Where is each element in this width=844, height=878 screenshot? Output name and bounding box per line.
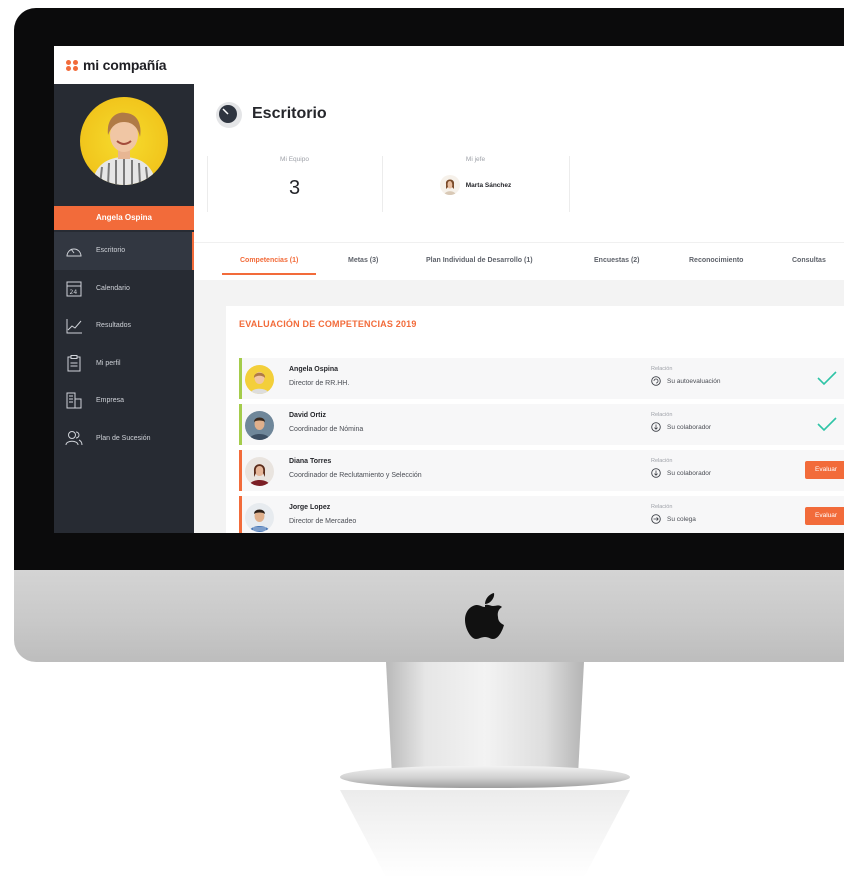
user-photo-icon (92, 112, 156, 185)
tab-consultas[interactable]: Consultas (792, 243, 826, 281)
employee-name: Angela Ospina (289, 366, 339, 373)
sidebar-item-resultados[interactable]: Resultados (54, 307, 194, 345)
evaluation-row[interactable]: David Ortiz Coordinador de Nómina Relaci… (239, 404, 844, 445)
check-icon (817, 417, 837, 432)
status-bar (239, 496, 242, 533)
user-name: Angela Ospina (54, 206, 194, 230)
speedometer-icon (64, 242, 84, 260)
boss-label: Mi jefe (465, 156, 486, 163)
dashboard-header: Escritorio Mi Equipo 3 Mi jefe Marta Sán… (194, 84, 844, 280)
sidebar-item-calendario[interactable]: 24 Calendario (54, 270, 194, 308)
relation-text: Su colaborador (667, 470, 712, 477)
svg-text:24: 24 (70, 289, 78, 296)
sidebar-item-plan-de-sucesion[interactable]: Plan de Sucesión (54, 420, 194, 458)
arrow-right-circle-icon (651, 514, 661, 524)
sidebar-nav: Escritorio 24 Calendario Resultados Mi p… (54, 232, 194, 457)
tab-plan-individual[interactable]: Plan Individual de Desarrollo (1) (426, 243, 533, 281)
sidebar-item-label: Calendario (96, 284, 130, 292)
arrow-down-circle-icon (651, 468, 661, 478)
logo-dots-icon (66, 59, 79, 71)
tab-reconocimiento[interactable]: Reconocimiento (689, 243, 743, 281)
app-screen: mi compañía Angela Ospina Escritorio 24 … (54, 46, 844, 533)
team-count: 3 (288, 177, 301, 199)
employee-role: Director de Mercadeo (289, 518, 357, 525)
sidebar-item-label: Mi perfil (96, 359, 121, 367)
employee-role: Coordinador de Nómina (289, 426, 364, 433)
dashboard-icon (216, 102, 242, 128)
line-chart-icon (64, 317, 84, 335)
status-bar (239, 404, 242, 445)
avatar (245, 365, 274, 394)
sidebar-item-label: Escritorio (96, 247, 126, 255)
employee-name: Jorge Lopez (289, 504, 331, 511)
employee-name: Diana Torres (289, 458, 332, 465)
evaluation-title: EVALUACIÓN DE COMPETENCIAS 2019 (239, 319, 417, 329)
evaluate-button[interactable]: Evaluar (805, 507, 844, 525)
check-icon (817, 371, 837, 386)
relation-text: Su colega (667, 516, 696, 523)
sidebar-item-label: Resultados (96, 322, 132, 330)
monitor-stand-base (340, 766, 630, 788)
top-bar: mi compañía (54, 46, 844, 85)
main-content: Escritorio Mi Equipo 3 Mi jefe Marta Sán… (194, 84, 844, 533)
logo-text: mi compañía (83, 57, 167, 73)
relation-text: Su autoevaluación (667, 378, 721, 385)
relation-label: Relación (651, 366, 673, 372)
boss-avatar (439, 175, 460, 195)
status-bar (239, 358, 242, 399)
clipboard-icon (64, 354, 84, 372)
avatar (245, 503, 274, 532)
evaluation-panel: EVALUACIÓN DE COMPETENCIAS 2019 Angela O… (226, 306, 844, 533)
users-icon (64, 429, 84, 447)
apple-logo-icon (465, 593, 504, 639)
relation-label: Relación (651, 504, 673, 510)
stand-reflection (340, 790, 630, 878)
boss-stat[interactable]: Mi jefe Marta Sánchez (382, 156, 569, 212)
sidebar-item-empresa[interactable]: Empresa (54, 382, 194, 420)
tab-bar: Competencias (1) Metas (3) Plan Individu… (194, 242, 844, 281)
relation-label: Relación (651, 412, 673, 418)
tab-encuestas[interactable]: Encuestas (2) (594, 243, 640, 281)
tab-competencias[interactable]: Competencias (1) (221, 243, 317, 281)
monitor-chin (14, 570, 844, 662)
arrow-down-circle-icon (651, 422, 661, 432)
avatar (245, 411, 274, 440)
employee-role: Director de RR.HH. (289, 380, 350, 387)
sidebar: Angela Ospina Escritorio 24 Calendario R… (54, 84, 194, 533)
user-avatar[interactable] (80, 97, 168, 185)
page-title: Escritorio (252, 105, 327, 122)
status-bar (239, 450, 242, 491)
sidebar-item-escritorio[interactable]: Escritorio (54, 232, 194, 270)
sidebar-item-label: Empresa (96, 397, 125, 405)
relation-label: Relación (651, 458, 673, 464)
monitor-stand-neck (386, 662, 584, 774)
team-stat[interactable]: Mi Equipo 3 (207, 156, 382, 212)
employee-role: Coordinador de Reclutamiento y Selección (289, 472, 422, 479)
company-logo[interactable]: mi compañía (66, 57, 167, 73)
evaluation-row[interactable]: Angela Ospina Director de RR.HH. Relació… (239, 358, 844, 399)
team-label: Mi Equipo (280, 156, 309, 163)
cycle-icon (651, 376, 661, 386)
calendar-icon: 24 (64, 279, 84, 297)
boss-name: Marta Sánchez (465, 181, 512, 189)
sidebar-item-mi-perfil[interactable]: Mi perfil (54, 345, 194, 383)
evaluation-row[interactable]: Diana Torres Coordinador de Reclutamient… (239, 450, 844, 491)
tab-metas[interactable]: Metas (3) (348, 243, 378, 281)
relation-text: Su colaborador (667, 424, 712, 431)
building-icon (64, 392, 84, 410)
divider (569, 156, 570, 212)
employee-name: David Ortiz (289, 412, 326, 419)
avatar (245, 457, 274, 486)
sidebar-item-label: Plan de Sucesión (96, 434, 151, 442)
evaluate-button[interactable]: Evaluar (805, 461, 844, 479)
evaluation-row[interactable]: Jorge Lopez Director de Mercadeo Relació… (239, 496, 844, 533)
